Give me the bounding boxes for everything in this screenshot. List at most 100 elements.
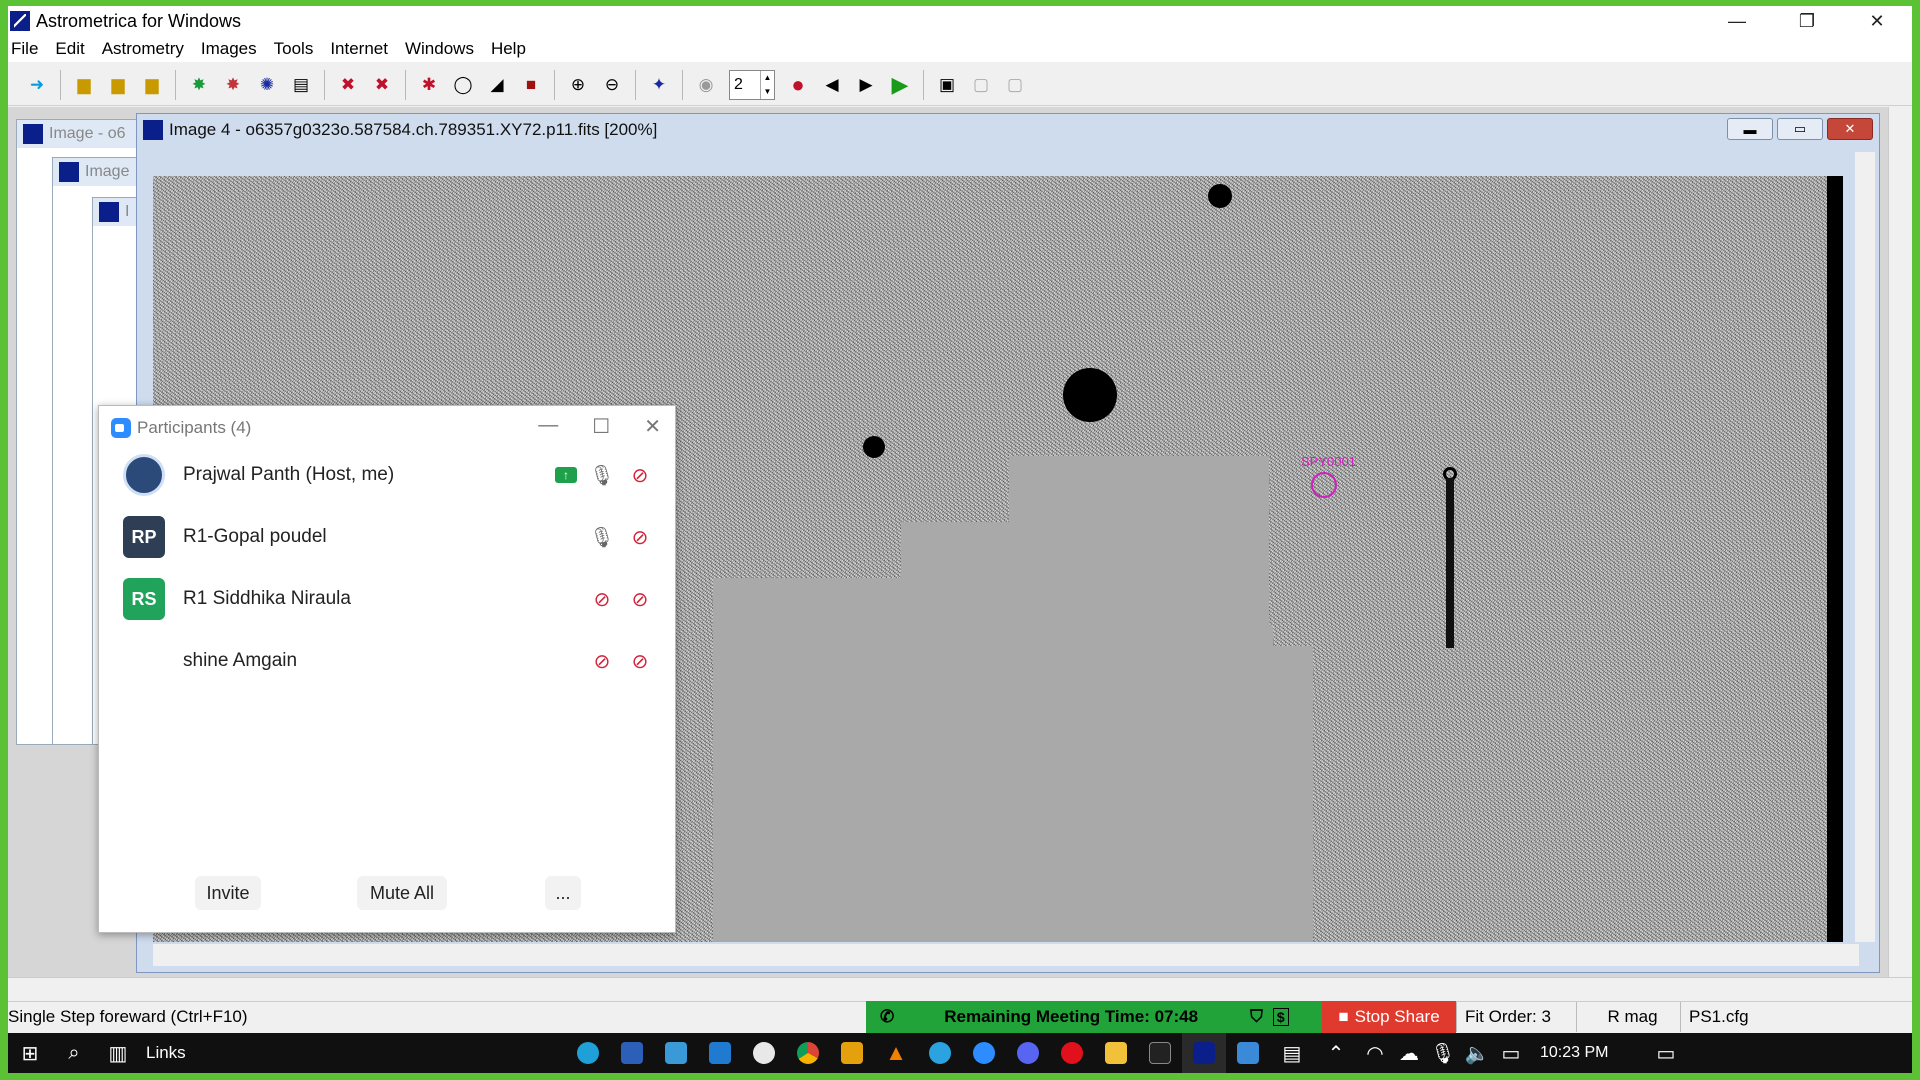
- open-images-icon[interactable]: ▆: [105, 72, 131, 98]
- microphone-icon[interactable]: 🎙: [1426, 1033, 1460, 1073]
- star: [863, 436, 885, 458]
- panel-minimize-button[interactable]: —: [538, 414, 558, 439]
- plex-icon[interactable]: [830, 1033, 874, 1073]
- task-view-icon[interactable]: ▥: [96, 1033, 140, 1073]
- color-image-icon[interactable]: ■: [518, 72, 544, 98]
- minimize-button[interactable]: —: [1702, 6, 1772, 36]
- speaker-icon[interactable]: 🔈: [1460, 1033, 1494, 1073]
- participant-name: R1 Siddhika Niraula: [183, 588, 351, 609]
- spin-down-icon[interactable]: ▼: [764, 87, 772, 96]
- image-horizontal-scrollbar[interactable]: [153, 944, 1859, 966]
- zoom-in-icon[interactable]: ⊕: [565, 72, 591, 98]
- participant-row[interactable]: RS R1 Siddhika Niraula ⊘ ⊘: [123, 576, 653, 622]
- mdi-vertical-scrollbar[interactable]: [1888, 107, 1912, 977]
- mail-icon[interactable]: [698, 1033, 742, 1073]
- mute-all-button[interactable]: Mute All: [357, 876, 447, 910]
- astrometrica-taskbar-icon[interactable]: [1182, 1033, 1226, 1073]
- files-icon[interactable]: [654, 1033, 698, 1073]
- file-explorer-icon[interactable]: [1094, 1033, 1138, 1073]
- microphone-muted-icon[interactable]: ⊘: [589, 586, 615, 612]
- title-bar: Astrometrica for Windows — ❐ ✕: [8, 6, 1912, 36]
- menu-images[interactable]: Images: [198, 39, 267, 59]
- paint-icon[interactable]: [742, 1033, 786, 1073]
- word-icon[interactable]: [610, 1033, 654, 1073]
- menu-bar: File Edit Astrometry Images Tools Intern…: [8, 36, 1912, 62]
- telegram-icon[interactable]: [918, 1033, 962, 1073]
- participant-row[interactable]: shine Amgain ⊘ ⊘: [123, 638, 653, 684]
- participant-row[interactable]: Prajwal Panth (Host, me) ↑ 🎙 ⊘: [123, 452, 653, 498]
- panel-close-button[interactable]: ✕: [644, 414, 661, 439]
- discord-icon[interactable]: [1006, 1033, 1050, 1073]
- news-icon[interactable]: ▤: [1270, 1033, 1314, 1073]
- video-off-icon[interactable]: ⊘: [627, 648, 653, 674]
- open-folder-icon[interactable]: ▆: [71, 72, 97, 98]
- menu-astrometry[interactable]: Astrometry: [99, 39, 194, 59]
- video-off-icon[interactable]: ⊘: [627, 462, 653, 488]
- terminal-icon[interactable]: [1138, 1033, 1182, 1073]
- image-restore-button[interactable]: ▭: [1777, 118, 1823, 140]
- mdi-horizontal-scrollbar[interactable]: [8, 977, 1912, 1001]
- avatar: [123, 454, 165, 496]
- search-icon[interactable]: ⌕: [52, 1033, 96, 1073]
- clear-icon[interactable]: ✖: [369, 72, 395, 98]
- target-marker: [1311, 472, 1337, 498]
- microphone-icon[interactable]: 🎙: [589, 462, 615, 488]
- links-toolbar[interactable]: Links: [146, 1043, 566, 1063]
- clock[interactable]: 10:23 PM: [1540, 1044, 1644, 1062]
- vlc-icon[interactable]: ▲: [874, 1033, 918, 1073]
- stars-blue-icon[interactable]: ✺: [254, 72, 280, 98]
- circle-icon[interactable]: ◯: [450, 72, 476, 98]
- notifications-icon[interactable]: ▭: [1644, 1033, 1688, 1073]
- restore-button[interactable]: ❐: [1772, 6, 1842, 36]
- menu-internet[interactable]: Internet: [327, 39, 398, 59]
- video-off-icon[interactable]: ⊘: [627, 586, 653, 612]
- invite-button[interactable]: Invite: [195, 876, 261, 910]
- sky-icon[interactable]: ✦: [646, 72, 672, 98]
- delete-icon[interactable]: ✖: [335, 72, 361, 98]
- panel-maximize-button[interactable]: ☐: [592, 414, 610, 439]
- frame-stepper[interactable]: 2 ▲ ▼: [729, 69, 775, 100]
- star-green-icon[interactable]: ✸: [186, 72, 212, 98]
- menu-file[interactable]: File: [8, 39, 48, 59]
- meeting-timer-bar: ✆ Remaining Meeting Time: 07:48 ⛉ $: [866, 1000, 1322, 1033]
- close-button[interactable]: ✕: [1842, 6, 1912, 36]
- curve-icon[interactable]: ◢: [484, 72, 510, 98]
- zoom-out-icon[interactable]: ⊖: [599, 72, 625, 98]
- cloud-icon[interactable]: ☁: [1392, 1033, 1426, 1073]
- remote-desktop-icon[interactable]: [1226, 1033, 1270, 1073]
- image-vertical-scrollbar[interactable]: [1855, 152, 1875, 942]
- menu-windows[interactable]: Windows: [402, 39, 484, 59]
- step-forward-icon[interactable]: ▶: [853, 72, 879, 98]
- video-off-icon[interactable]: ⊘: [627, 524, 653, 550]
- star-red-icon[interactable]: ✸: [220, 72, 246, 98]
- grid-icon[interactable]: ◉: [693, 72, 719, 98]
- blink-icon[interactable]: ✱: [416, 72, 442, 98]
- more-options-button[interactable]: ...: [545, 876, 581, 910]
- participant-row[interactable]: RP R1-Gopal poudel 🎙 ⊘: [123, 514, 653, 560]
- battery-icon[interactable]: ▭: [1494, 1033, 1528, 1073]
- participants-panel[interactable]: Participants (4) — ☐ ✕ Prajwal Panth (Ho…: [98, 405, 676, 933]
- edge-icon[interactable]: [566, 1033, 610, 1073]
- microphone-icon[interactable]: 🎙: [589, 524, 615, 550]
- stop-share-button[interactable]: ■ Stop Share: [1322, 1000, 1456, 1033]
- menu-help[interactable]: Help: [488, 39, 536, 59]
- chevron-up-icon[interactable]: ⌃: [1314, 1033, 1358, 1073]
- image-minimize-button[interactable]: ▬: [1727, 118, 1773, 140]
- magnify-icon[interactable]: ▣: [934, 72, 960, 98]
- microphone-muted-icon[interactable]: ⊘: [589, 648, 615, 674]
- play-icon[interactable]: ▶: [887, 72, 913, 98]
- spin-up-icon[interactable]: ▲: [764, 73, 772, 82]
- connect-icon[interactable]: ➜: [24, 72, 50, 98]
- windows-start-icon[interactable]: ⊞: [8, 1033, 52, 1073]
- image-close-button[interactable]: ✕: [1827, 118, 1873, 140]
- wifi-icon[interactable]: ◠: [1358, 1033, 1392, 1073]
- zoom-icon[interactable]: [962, 1033, 1006, 1073]
- menu-tools[interactable]: Tools: [271, 39, 324, 59]
- opera-icon[interactable]: [1050, 1033, 1094, 1073]
- menu-edit[interactable]: Edit: [52, 39, 94, 59]
- step-back-icon[interactable]: ◀: [819, 72, 845, 98]
- record-icon[interactable]: ●: [785, 72, 811, 98]
- load-images-icon[interactable]: ▆: [139, 72, 165, 98]
- report-icon[interactable]: ▤: [288, 72, 314, 98]
- chrome-icon[interactable]: [786, 1033, 830, 1073]
